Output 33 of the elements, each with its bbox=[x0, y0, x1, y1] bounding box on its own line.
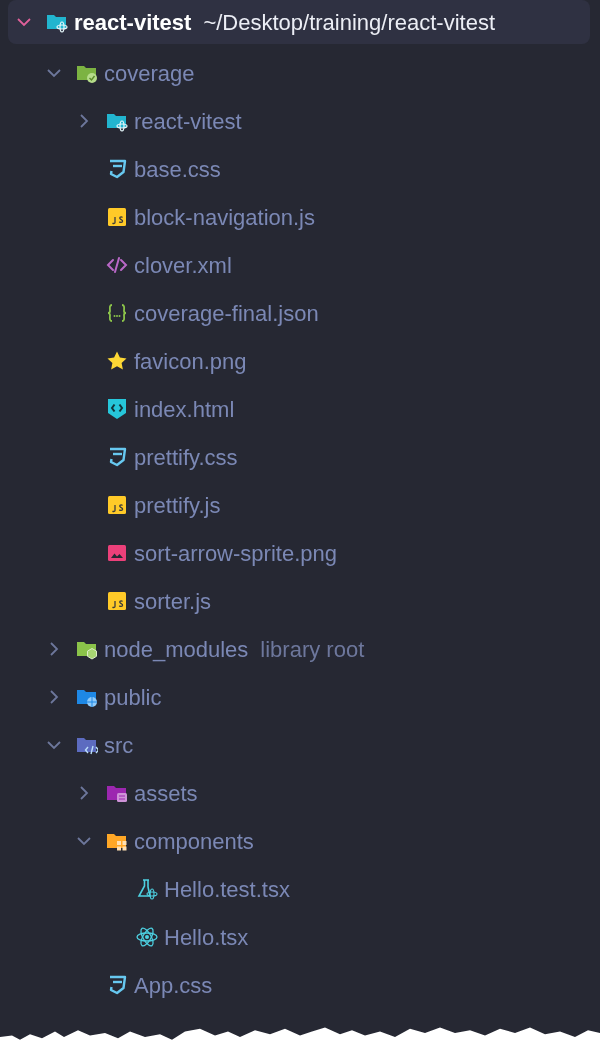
tree-item[interactable]: base.css bbox=[8, 145, 590, 193]
js-icon bbox=[106, 590, 128, 612]
braces-icon bbox=[106, 302, 128, 324]
tree-item[interactable]: App.css bbox=[8, 961, 590, 1009]
tree-item[interactable]: sorter.js bbox=[8, 577, 590, 625]
tree-item[interactable]: prettify.css bbox=[8, 433, 590, 481]
tree-item[interactable]: Hello.tsx bbox=[8, 913, 590, 961]
flask-icon bbox=[136, 878, 158, 900]
tree-item[interactable]: clover.xml bbox=[8, 241, 590, 289]
atom-icon bbox=[136, 926, 158, 948]
tree-item[interactable]: node_modules library root bbox=[8, 625, 590, 673]
tree-item[interactable]: public bbox=[8, 673, 590, 721]
tree-item[interactable]: Hello.test.tsx bbox=[8, 865, 590, 913]
path-text: ~/Desktop/training/react-vitest bbox=[203, 8, 496, 37]
html-icon bbox=[106, 398, 128, 420]
tree-item[interactable]: block-navigation.js bbox=[8, 193, 590, 241]
tree-item[interactable]: coverage bbox=[8, 49, 590, 97]
tree-item[interactable]: index.html bbox=[8, 385, 590, 433]
tree-item[interactable]: assets bbox=[8, 769, 590, 817]
tree-item[interactable]: coverage-final.json bbox=[8, 289, 590, 337]
tree-item[interactable]: favicon.png bbox=[8, 337, 590, 385]
code-icon bbox=[106, 254, 128, 276]
tree-item[interactable]: react-vitest ~/Desktop/training/react-vitest bbox=[8, 0, 590, 44]
js-icon bbox=[106, 494, 128, 516]
root-label: library root bbox=[260, 635, 365, 664]
tree-item[interactable]: src bbox=[8, 721, 590, 769]
star-icon bbox=[106, 350, 128, 372]
tree-item[interactable]: react-vitest bbox=[8, 97, 590, 145]
tree-item[interactable]: prettify.js bbox=[8, 481, 590, 529]
tree-item[interactable]: sort-arrow-sprite.png bbox=[8, 529, 590, 577]
tree-item[interactable]: components bbox=[8, 817, 590, 865]
image-icon bbox=[106, 542, 128, 564]
js-icon bbox=[106, 206, 128, 228]
